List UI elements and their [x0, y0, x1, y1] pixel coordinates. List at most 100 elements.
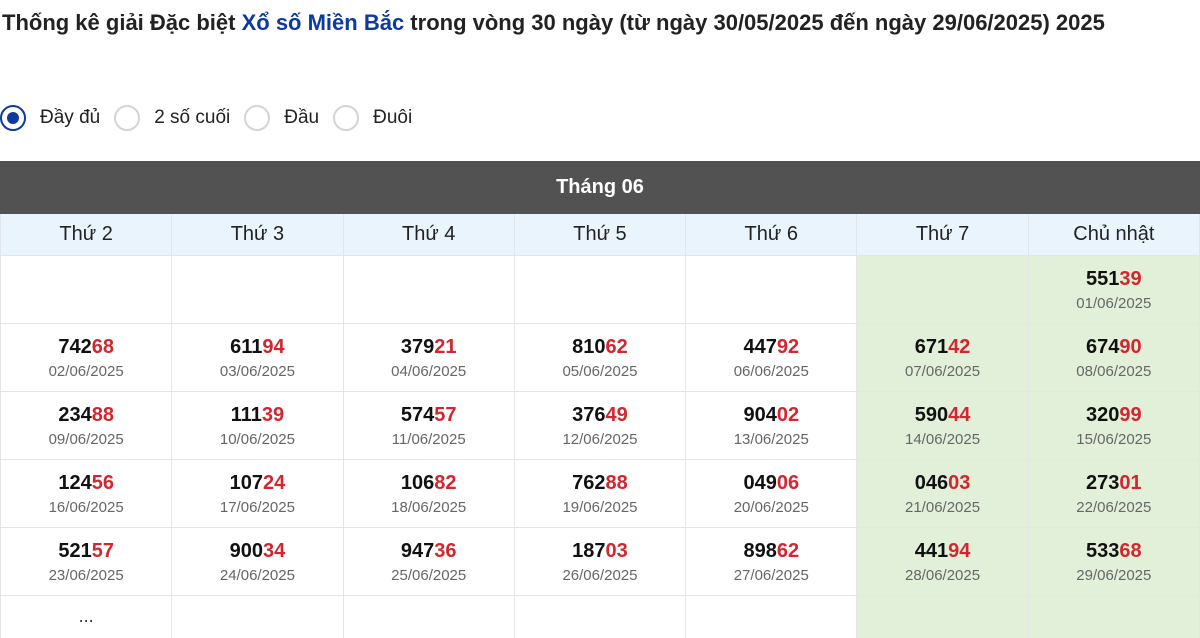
number-last-two-digits: 88 [605, 471, 628, 494]
number-head: 447 [743, 335, 777, 358]
number-last-two-digits: 44 [948, 403, 971, 426]
filter-option-tail[interactable]: Đuôi [333, 105, 412, 131]
title-text-before: Thống kê giải Đặc biệt [2, 10, 242, 35]
empty-cell [171, 255, 344, 324]
number-head: 234 [58, 403, 92, 426]
weekday-tuesday: Thứ 3 [171, 213, 344, 256]
calendar-week-row: 23488 09/06/2025 11139 10/06/2025 57457 11/06… [0, 391, 1200, 460]
number-head: 376 [572, 403, 606, 426]
number-last-two-digits: 42 [948, 335, 971, 358]
result-cell: 44194 28/06/2025 [856, 527, 1029, 596]
number-last-two-digits: 39 [261, 403, 285, 426]
draw-date: 12/06/2025 [562, 430, 638, 448]
number-head: 111 [230, 403, 262, 426]
special-prize-number: 89862 [686, 539, 856, 563]
number-head: 671 [914, 335, 949, 358]
empty-cell [685, 255, 858, 324]
filter-option-full[interactable]: Đầy đủ [0, 105, 100, 131]
result-cell: 23488 09/06/2025 [0, 391, 173, 460]
special-prize-number: 12456 [1, 471, 171, 495]
empty-cell [513, 255, 687, 324]
month-header: Tháng 06 [0, 161, 1200, 214]
result-cell: 44792 06/06/2025 [685, 323, 858, 392]
draw-date: 19/06/2025 [562, 498, 638, 516]
number-head: 898 [743, 539, 777, 562]
result-cell: 32099 15/06/2025 [1027, 391, 1200, 460]
weekday-wednesday: Thứ 4 [342, 213, 515, 256]
draw-date: 04/06/2025 [391, 362, 467, 380]
special-prize-number: 44194 [857, 539, 1027, 563]
filter-option-head[interactable]: Đầu [244, 105, 319, 131]
special-prize-number: 27301 [1029, 471, 1199, 495]
number-last-two-digits: 94 [262, 335, 285, 358]
number-head: 762 [572, 471, 606, 494]
result-cell: 67490 08/06/2025 [1027, 323, 1200, 392]
number-last-two-digits: 57 [91, 539, 114, 562]
empty-cell [342, 595, 515, 638]
empty-cell [856, 255, 1029, 324]
result-cell: 67142 07/06/2025 [856, 323, 1029, 392]
draw-date: 10/06/2025 [219, 430, 295, 448]
special-prize-number: 67142 [857, 335, 1027, 359]
lottery-link[interactable]: Xổ số Miền Bắc [242, 10, 405, 35]
filter-label-tail: Đuôi [373, 107, 413, 128]
result-cell: 18703 26/06/2025 [513, 527, 687, 596]
special-prize-number: 55139 [1029, 267, 1199, 291]
number-head: 046 [914, 471, 949, 494]
special-prize-number: 52157 [1, 539, 171, 563]
result-cell: 74268 02/06/2025 [0, 323, 173, 392]
draw-date: 16/06/2025 [48, 498, 124, 516]
number-last-two-digits: 03 [605, 539, 628, 562]
draw-date: 22/06/2025 [1076, 498, 1152, 516]
filter-option-last-two[interactable]: 2 số cuối [114, 105, 230, 131]
result-cell: 89862 27/06/2025 [685, 527, 858, 596]
result-cell: 04603 21/06/2025 [856, 459, 1029, 528]
empty-cell [0, 255, 173, 324]
page-title: Thống kê giải Đặc biệt Xổ số Miền Bắc tr… [2, 6, 1192, 40]
empty-cell [171, 595, 344, 638]
special-prize-number: 74268 [1, 335, 171, 359]
calendar-week-row: 74268 02/06/2025 61194 03/06/2025 37921 04/06… [0, 323, 1200, 392]
draw-date: 14/06/2025 [905, 430, 981, 448]
result-cell: 81062 05/06/2025 [513, 323, 687, 392]
number-head: 590 [914, 403, 949, 426]
radio-full[interactable] [0, 105, 26, 131]
draw-date: 06/06/2025 [733, 362, 809, 380]
number-head: 574 [400, 403, 435, 426]
calendar-week-row: ... [0, 595, 1200, 638]
special-prize-number: 04603 [857, 471, 1027, 495]
special-prize-number: 53368 [1029, 539, 1199, 563]
number-last-two-digits: 88 [91, 403, 114, 426]
number-head: 947 [400, 539, 435, 562]
number-last-two-digits: 62 [605, 335, 628, 358]
draw-date: 15/06/2025 [1076, 430, 1152, 448]
number-head: 611 [230, 335, 263, 358]
calendar-week-row: 12456 16/06/2025 10724 17/06/2025 10682 18/06… [0, 459, 1200, 528]
result-cell: 37649 12/06/2025 [513, 391, 687, 460]
radio-last-two[interactable] [114, 105, 141, 131]
draw-date: 05/06/2025 [562, 362, 638, 380]
display-mode-filter: Đầy đủ 2 số cuối Đầu Đuôi [0, 102, 426, 134]
special-prize-number: 76288 [515, 471, 685, 495]
radio-tail[interactable] [333, 105, 360, 131]
number-head: 521 [58, 539, 92, 562]
weekday-monday: Thứ 2 [0, 213, 173, 256]
draw-date: 17/06/2025 [219, 498, 295, 516]
special-prize-number: 57457 [344, 403, 514, 427]
number-last-two-digits: 49 [605, 403, 628, 426]
number-last-two-digits: 36 [434, 539, 457, 562]
number-last-two-digits: 34 [262, 539, 286, 562]
number-last-two-digits: 01 [1119, 471, 1142, 494]
number-head: 742 [58, 335, 92, 358]
radio-head[interactable] [244, 105, 271, 131]
title-text-after: trong vòng 30 ngày (từ ngày 30/05/2025 đ… [404, 10, 1105, 35]
number-head: 187 [572, 539, 606, 562]
result-cell: 61194 03/06/2025 [171, 323, 344, 392]
special-prize-number: 11139 [172, 403, 342, 427]
draw-date: 20/06/2025 [733, 498, 809, 516]
special-prize-number: 23488 [1, 403, 171, 427]
number-last-two-digits: 68 [1119, 539, 1142, 562]
special-prize-number: 81062 [515, 335, 685, 359]
ellipsis-text: ... [78, 606, 94, 626]
empty-cell [856, 595, 1029, 638]
